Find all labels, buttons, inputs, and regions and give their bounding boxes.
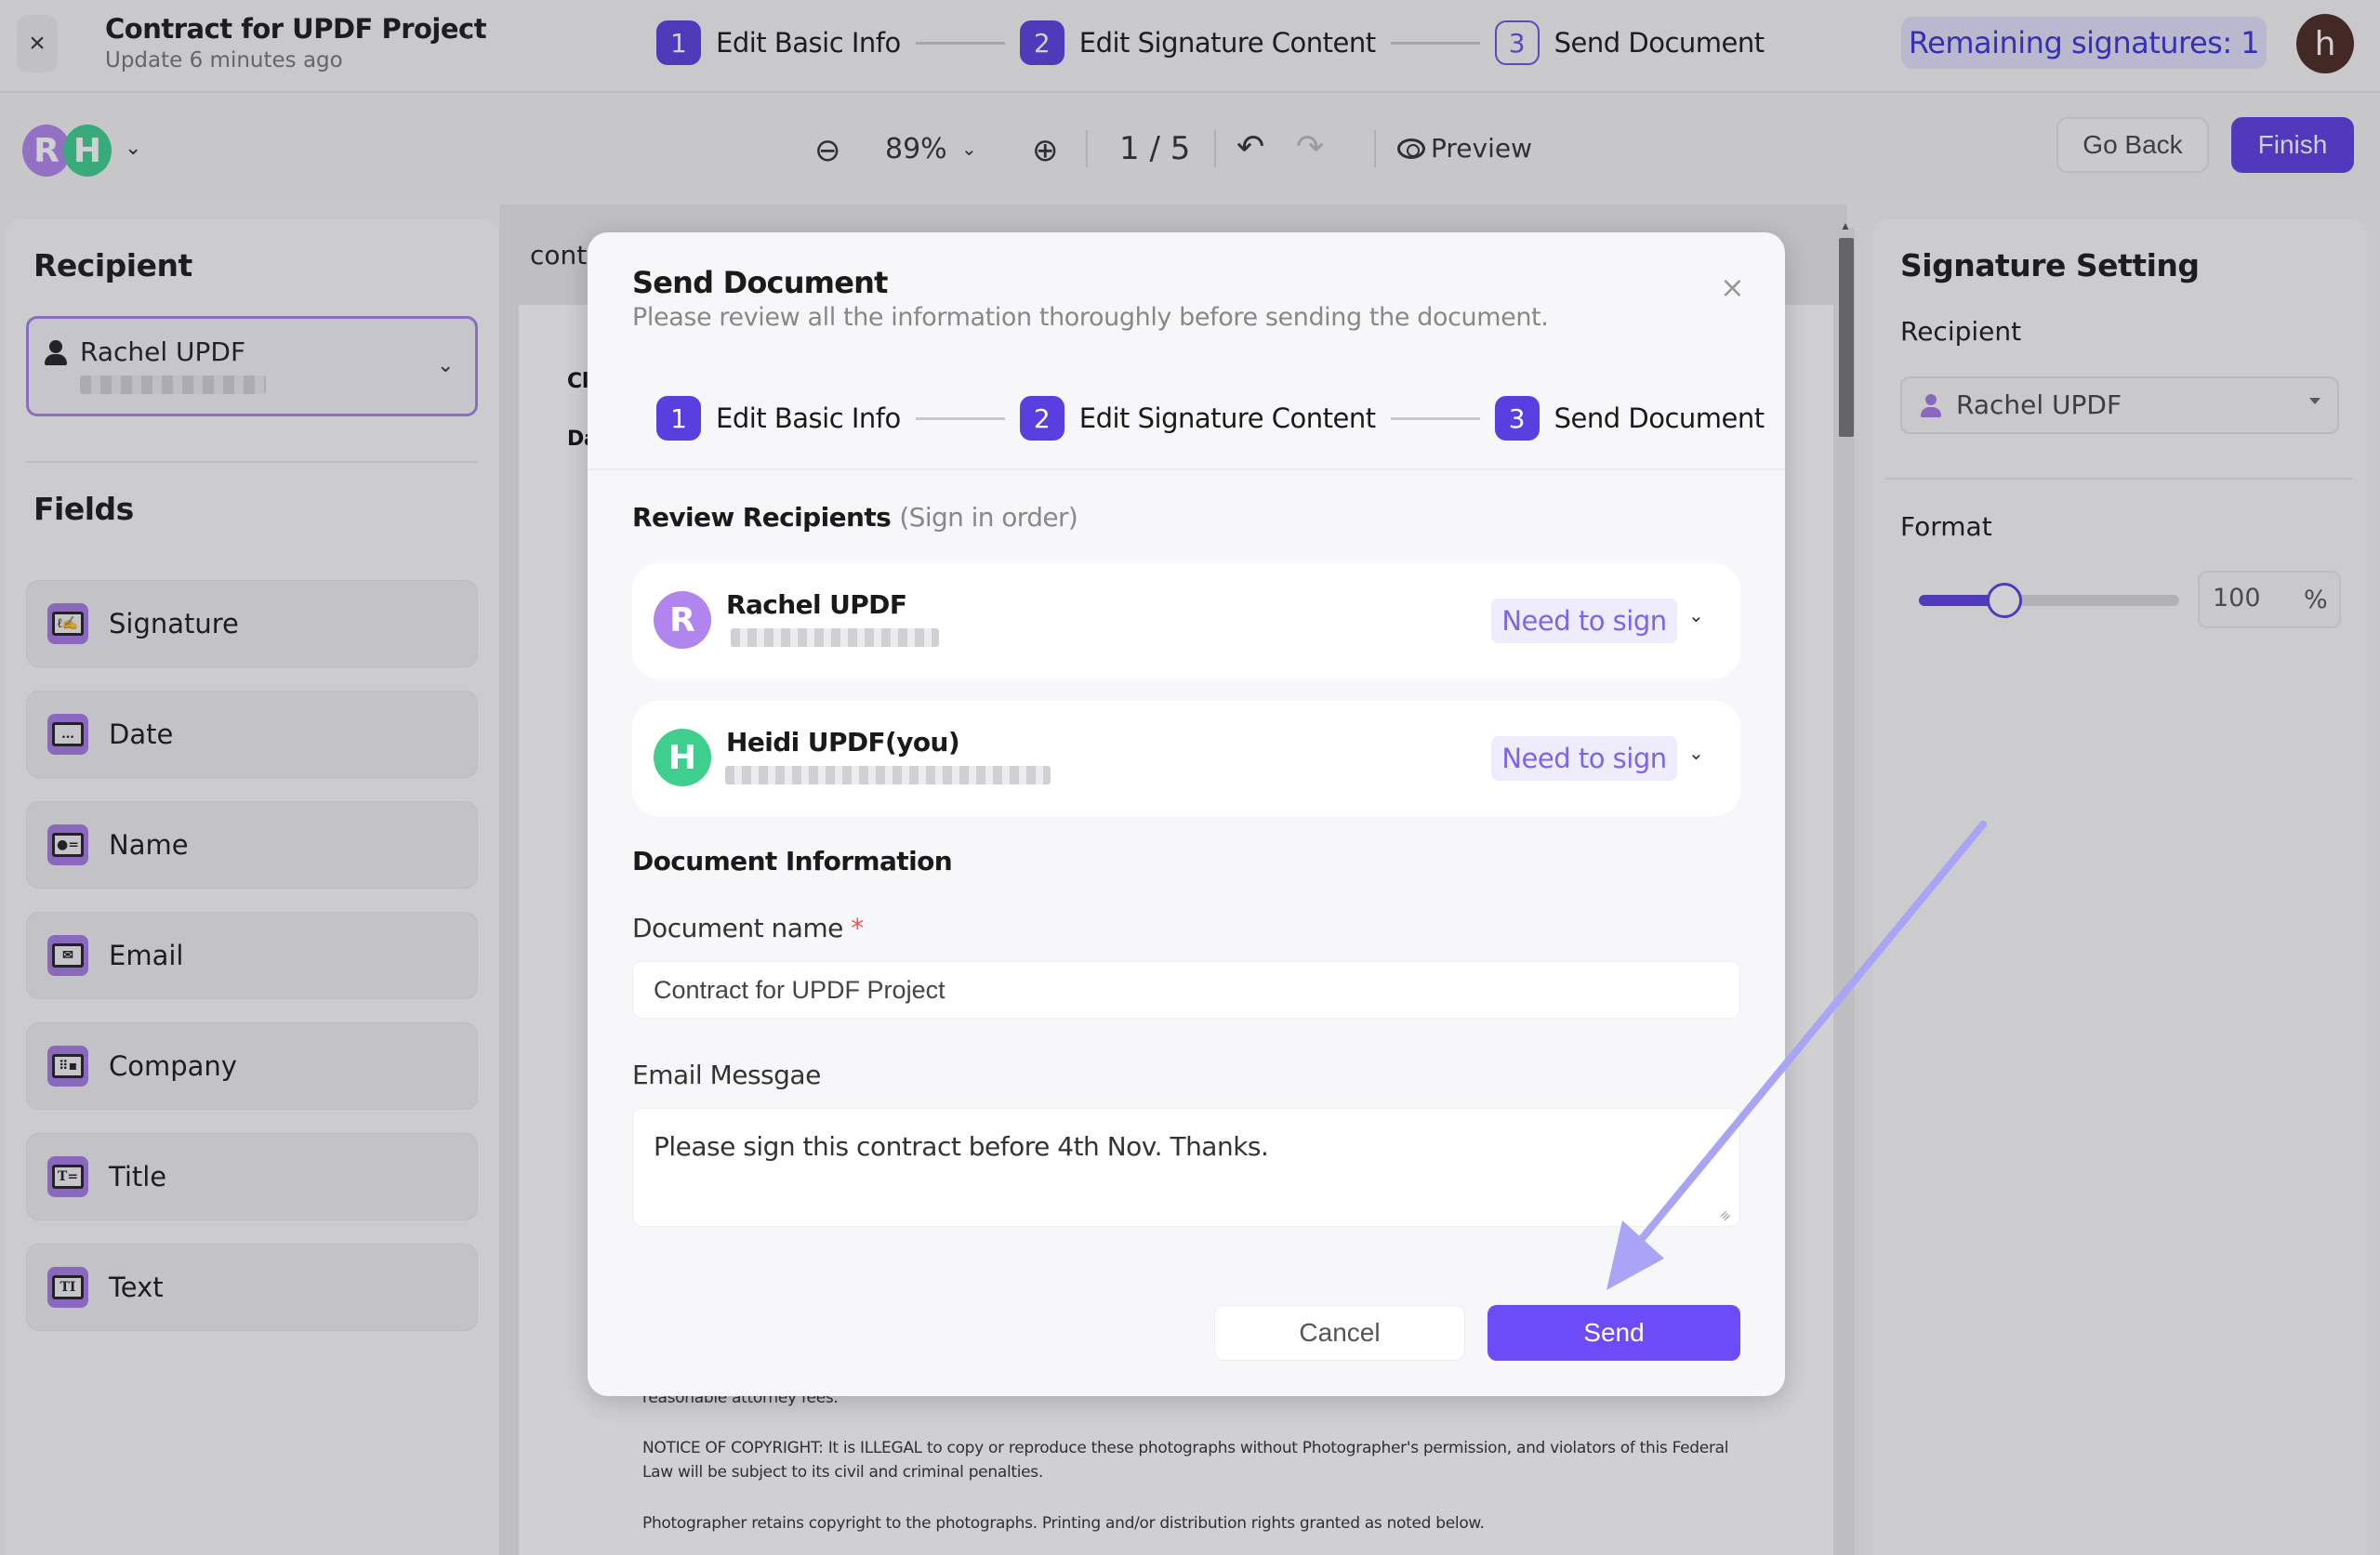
step-label: Edit Signature Content <box>1078 402 1376 434</box>
step-number: 2 <box>1019 396 1064 441</box>
cancel-button[interactable]: Cancel <box>1214 1305 1465 1361</box>
document-name-input[interactable] <box>632 961 1740 1019</box>
modal-close-icon[interactable]: × <box>1720 270 1745 305</box>
step-label: Send Document <box>1554 402 1765 434</box>
redacted-email <box>731 628 939 647</box>
send-button[interactable]: Send <box>1488 1305 1740 1361</box>
modal-subtitle: Please review all the information thorou… <box>632 303 1549 332</box>
email-message-label: Email Messgae <box>632 1060 821 1090</box>
document-information-heading: Document Information <box>632 846 953 876</box>
document-name-label: Document name * <box>632 913 864 943</box>
step-label: Edit Basic Info <box>716 402 901 434</box>
step-number: 1 <box>656 396 701 441</box>
chevron-down-icon[interactable]: ⌄ <box>1688 604 1704 627</box>
modal-step-2: 2 Edit Signature Content <box>1019 396 1376 441</box>
step-connector <box>915 416 1005 420</box>
step-number: 3 <box>1494 396 1540 441</box>
modal-stepper: 1 Edit Basic Info 2 Edit Signature Conte… <box>656 396 1765 441</box>
email-message-textarea[interactable]: Please sign this contract before 4th Nov… <box>632 1108 1740 1227</box>
recipient-avatar: R <box>654 591 711 649</box>
recipient-name: Rachel UPDF <box>726 589 907 620</box>
recipient-name: Heidi UPDF(you) <box>726 727 960 758</box>
recipient-avatar: H <box>654 729 711 786</box>
sign-order-note: (Sign in order) <box>899 502 1078 533</box>
redacted-email <box>725 766 1051 784</box>
modal-divider <box>588 468 1785 470</box>
step-connector <box>1390 416 1480 420</box>
modal-title: Send Document <box>632 265 888 300</box>
review-heading-text: Review Recipients <box>632 502 892 533</box>
role-select[interactable]: Need to sign <box>1491 736 1677 781</box>
label-text: Document name <box>632 913 843 943</box>
required-asterisk: * <box>851 913 864 943</box>
modal-step-1: 1 Edit Basic Info <box>656 396 901 441</box>
review-recipients-heading: Review Recipients (Sign in order) <box>632 502 1078 533</box>
role-select[interactable]: Need to sign <box>1491 599 1677 643</box>
chevron-down-icon[interactable]: ⌄ <box>1688 742 1704 765</box>
modal-step-3: 3 Send Document <box>1494 396 1765 441</box>
